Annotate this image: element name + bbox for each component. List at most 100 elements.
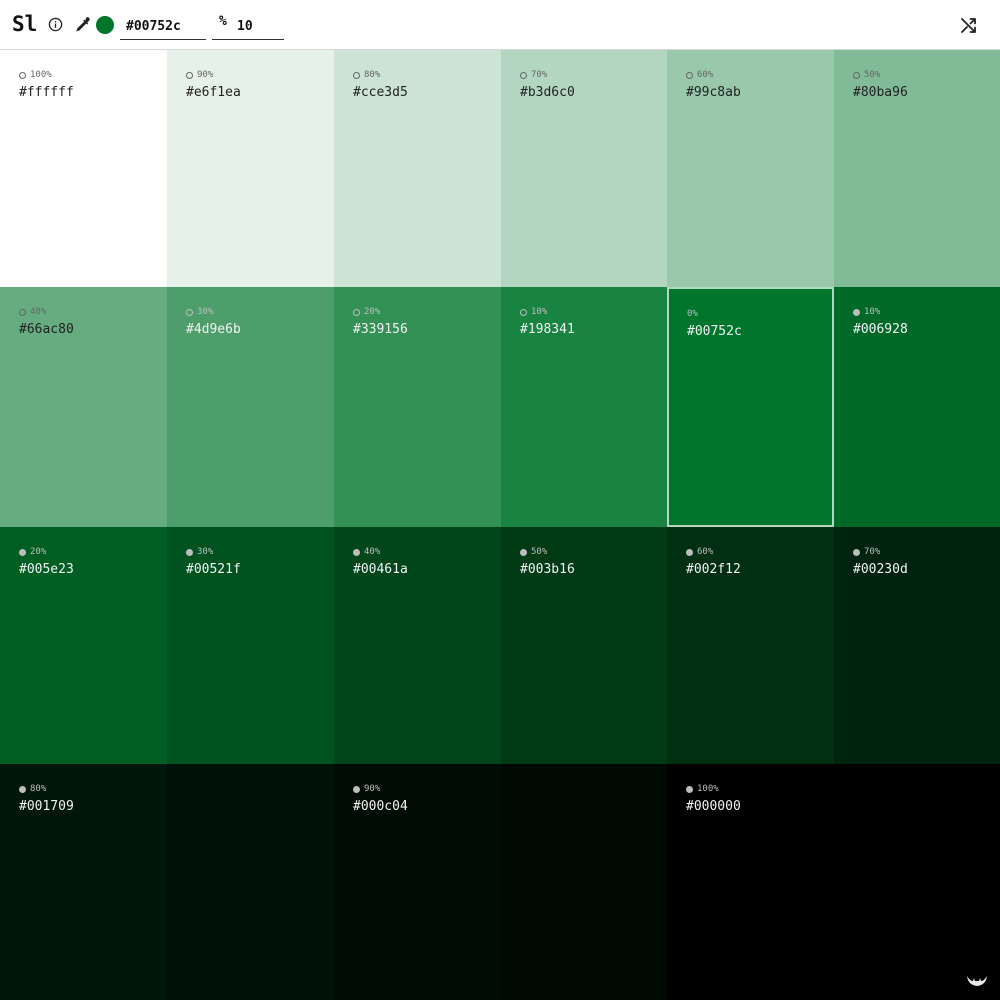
swatch-hex-label[interactable]: #e6f1ea bbox=[186, 85, 241, 100]
shade-dot-icon bbox=[19, 548, 26, 556]
color-swatch[interactable]: 0% #00752c bbox=[667, 287, 834, 527]
app-logo[interactable]: Sl bbox=[12, 12, 37, 36]
swatch-percent: 100% bbox=[686, 784, 719, 794]
swatch-percent: 100% bbox=[19, 70, 52, 80]
swatch-percent-label: 80% bbox=[364, 70, 381, 80]
color-swatch[interactable]: 90% #000c04 bbox=[334, 764, 501, 1000]
swatch-percent: 40% bbox=[19, 307, 46, 317]
color-swatch[interactable]: 30% #00521f bbox=[167, 527, 334, 764]
shade-dot-icon bbox=[686, 785, 693, 793]
swatch-filler bbox=[834, 764, 1000, 1000]
swatch-percent-label: 40% bbox=[364, 547, 381, 557]
color-swatch[interactable]: 30% #4d9e6b bbox=[167, 287, 334, 527]
swatch-percent: 20% bbox=[353, 307, 380, 317]
swatch-percent: 60% bbox=[686, 547, 713, 557]
shade-dot-icon bbox=[19, 785, 26, 793]
top-bar: Sl % bbox=[0, 0, 1000, 50]
swatch-percent: 0% bbox=[687, 309, 698, 319]
color-swatch[interactable]: 100% #ffffff bbox=[0, 50, 167, 287]
swatch-percent-label: 60% bbox=[697, 70, 714, 80]
swatch-percent: 90% bbox=[353, 784, 380, 794]
color-swatch[interactable]: 70% #00230d bbox=[834, 527, 1000, 764]
shade-dot-icon bbox=[520, 548, 527, 556]
color-swatch[interactable]: 60% #99c8ab bbox=[667, 50, 834, 287]
swatch-percent-label: 90% bbox=[364, 784, 381, 794]
color-swatch[interactable]: 60% #002f12 bbox=[667, 527, 834, 764]
swatch-grid: 100% #ffffff 90% #e6f1ea 80% #cce3d5 70% #b3d6c… bbox=[0, 50, 1000, 1000]
swatch-percent: 50% bbox=[853, 70, 880, 80]
swatch-percent: 10% bbox=[520, 307, 547, 317]
swatch-percent-label: 50% bbox=[864, 70, 881, 80]
tint-circle-icon bbox=[686, 71, 693, 79]
swatch-percent-label: 30% bbox=[197, 307, 214, 317]
shuffle-icon[interactable] bbox=[960, 16, 978, 34]
swatch-hex-label[interactable]: #00461a bbox=[353, 562, 408, 577]
shade-dot-icon bbox=[353, 548, 360, 556]
swatch-hex-label[interactable]: #000000 bbox=[686, 799, 741, 814]
color-swatch[interactable]: 50% #003b16 bbox=[501, 527, 667, 764]
color-swatch[interactable]: 100% #000000 bbox=[667, 764, 834, 1000]
swatch-hex-label[interactable]: #66ac80 bbox=[19, 322, 74, 337]
swatch-percent-label: 90% bbox=[197, 70, 214, 80]
tint-circle-icon bbox=[520, 71, 527, 79]
color-swatch[interactable]: 90% #e6f1ea bbox=[167, 50, 334, 287]
color-swatch[interactable]: 80% #001709 bbox=[0, 764, 167, 1000]
swatch-filler bbox=[501, 764, 667, 1000]
color-swatch[interactable]: 40% #66ac80 bbox=[0, 287, 167, 527]
swatch-hex-label[interactable]: #002f12 bbox=[686, 562, 741, 577]
swatch-hex-label[interactable]: #339156 bbox=[353, 322, 408, 337]
swatch-percent: 70% bbox=[520, 70, 547, 80]
percent-icon: % bbox=[219, 14, 227, 29]
mascot-icon[interactable] bbox=[966, 973, 988, 989]
color-swatch[interactable]: 10% #198341 bbox=[501, 287, 667, 527]
swatch-hex-label[interactable]: #00230d bbox=[853, 562, 908, 577]
swatch-percent-label: 100% bbox=[697, 784, 719, 794]
shade-dot-icon bbox=[686, 548, 693, 556]
color-swatch[interactable]: 50% #80ba96 bbox=[834, 50, 1000, 287]
swatch-hex-label[interactable]: #000c04 bbox=[353, 799, 408, 814]
swatch-percent-label: 70% bbox=[864, 547, 881, 557]
swatch-hex-label[interactable]: #99c8ab bbox=[686, 85, 741, 100]
tint-circle-icon bbox=[186, 308, 193, 316]
color-swatch[interactable]: 20% #339156 bbox=[334, 287, 501, 527]
tint-circle-icon bbox=[853, 71, 860, 79]
swatch-percent-label: 60% bbox=[697, 547, 714, 557]
swatch-percent: 80% bbox=[353, 70, 380, 80]
swatch-hex-label[interactable]: #005e23 bbox=[19, 562, 74, 577]
swatch-percent: 50% bbox=[520, 547, 547, 557]
swatch-percent-label: 10% bbox=[531, 307, 548, 317]
swatch-hex-label[interactable]: #198341 bbox=[520, 322, 575, 337]
swatch-hex-label[interactable]: #00521f bbox=[186, 562, 241, 577]
color-swatch[interactable]: 40% #00461a bbox=[334, 527, 501, 764]
swatch-percent-label: 20% bbox=[364, 307, 381, 317]
color-swatch[interactable]: 80% #cce3d5 bbox=[334, 50, 501, 287]
swatch-percent-label: 0% bbox=[687, 309, 698, 319]
hex-color-input[interactable] bbox=[120, 14, 206, 40]
color-swatch[interactable]: 10% #006928 bbox=[834, 287, 1000, 527]
current-color-swatch[interactable] bbox=[96, 16, 114, 34]
swatch-hex-label[interactable]: #80ba96 bbox=[853, 85, 908, 100]
swatch-hex-label[interactable]: #00752c bbox=[687, 324, 742, 339]
tint-circle-icon bbox=[353, 308, 360, 316]
color-swatch[interactable]: 20% #005e23 bbox=[0, 527, 167, 764]
swatch-hex-label[interactable]: #b3d6c0 bbox=[520, 85, 575, 100]
tint-circle-icon bbox=[186, 71, 193, 79]
swatch-percent-label: 20% bbox=[30, 547, 47, 557]
info-icon[interactable] bbox=[48, 17, 63, 32]
swatch-percent: 30% bbox=[186, 547, 213, 557]
swatch-percent: 10% bbox=[853, 307, 880, 317]
shade-dot-icon bbox=[186, 548, 193, 556]
swatch-hex-label[interactable]: #cce3d5 bbox=[353, 85, 408, 100]
tint-circle-icon bbox=[520, 308, 527, 316]
swatch-hex-label[interactable]: #001709 bbox=[19, 799, 74, 814]
swatch-hex-label[interactable]: #ffffff bbox=[19, 85, 74, 100]
tint-circle-icon bbox=[19, 71, 26, 79]
eyedropper-icon[interactable] bbox=[74, 16, 91, 33]
swatch-filler bbox=[167, 764, 334, 1000]
swatch-hex-label[interactable]: #006928 bbox=[853, 322, 908, 337]
swatch-percent: 90% bbox=[186, 70, 213, 80]
color-swatch[interactable]: 70% #b3d6c0 bbox=[501, 50, 667, 287]
swatch-hex-label[interactable]: #003b16 bbox=[520, 562, 575, 577]
swatch-hex-label[interactable]: #4d9e6b bbox=[186, 322, 241, 337]
swatch-percent-label: 70% bbox=[531, 70, 548, 80]
